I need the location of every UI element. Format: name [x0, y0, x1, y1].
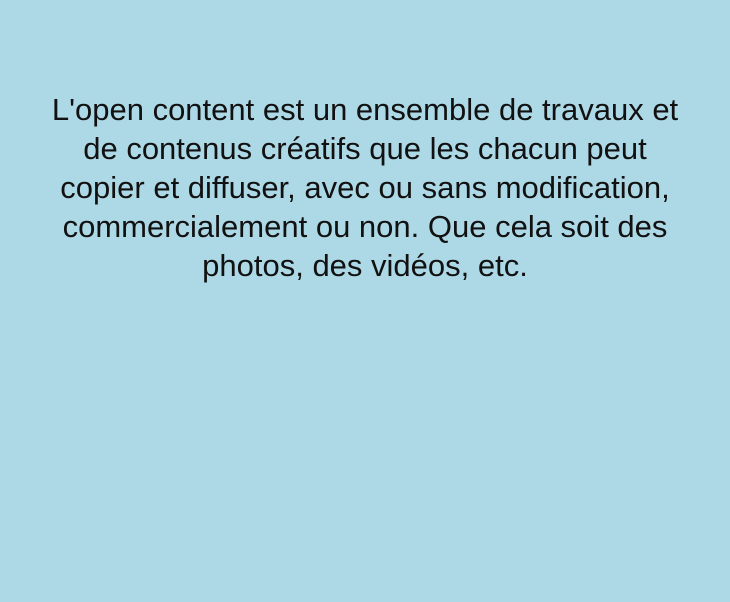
slide-canvas: L'open content est un ensemble de travau… [0, 0, 730, 602]
slide-body-text: L'open content est un ensemble de travau… [51, 92, 679, 283]
